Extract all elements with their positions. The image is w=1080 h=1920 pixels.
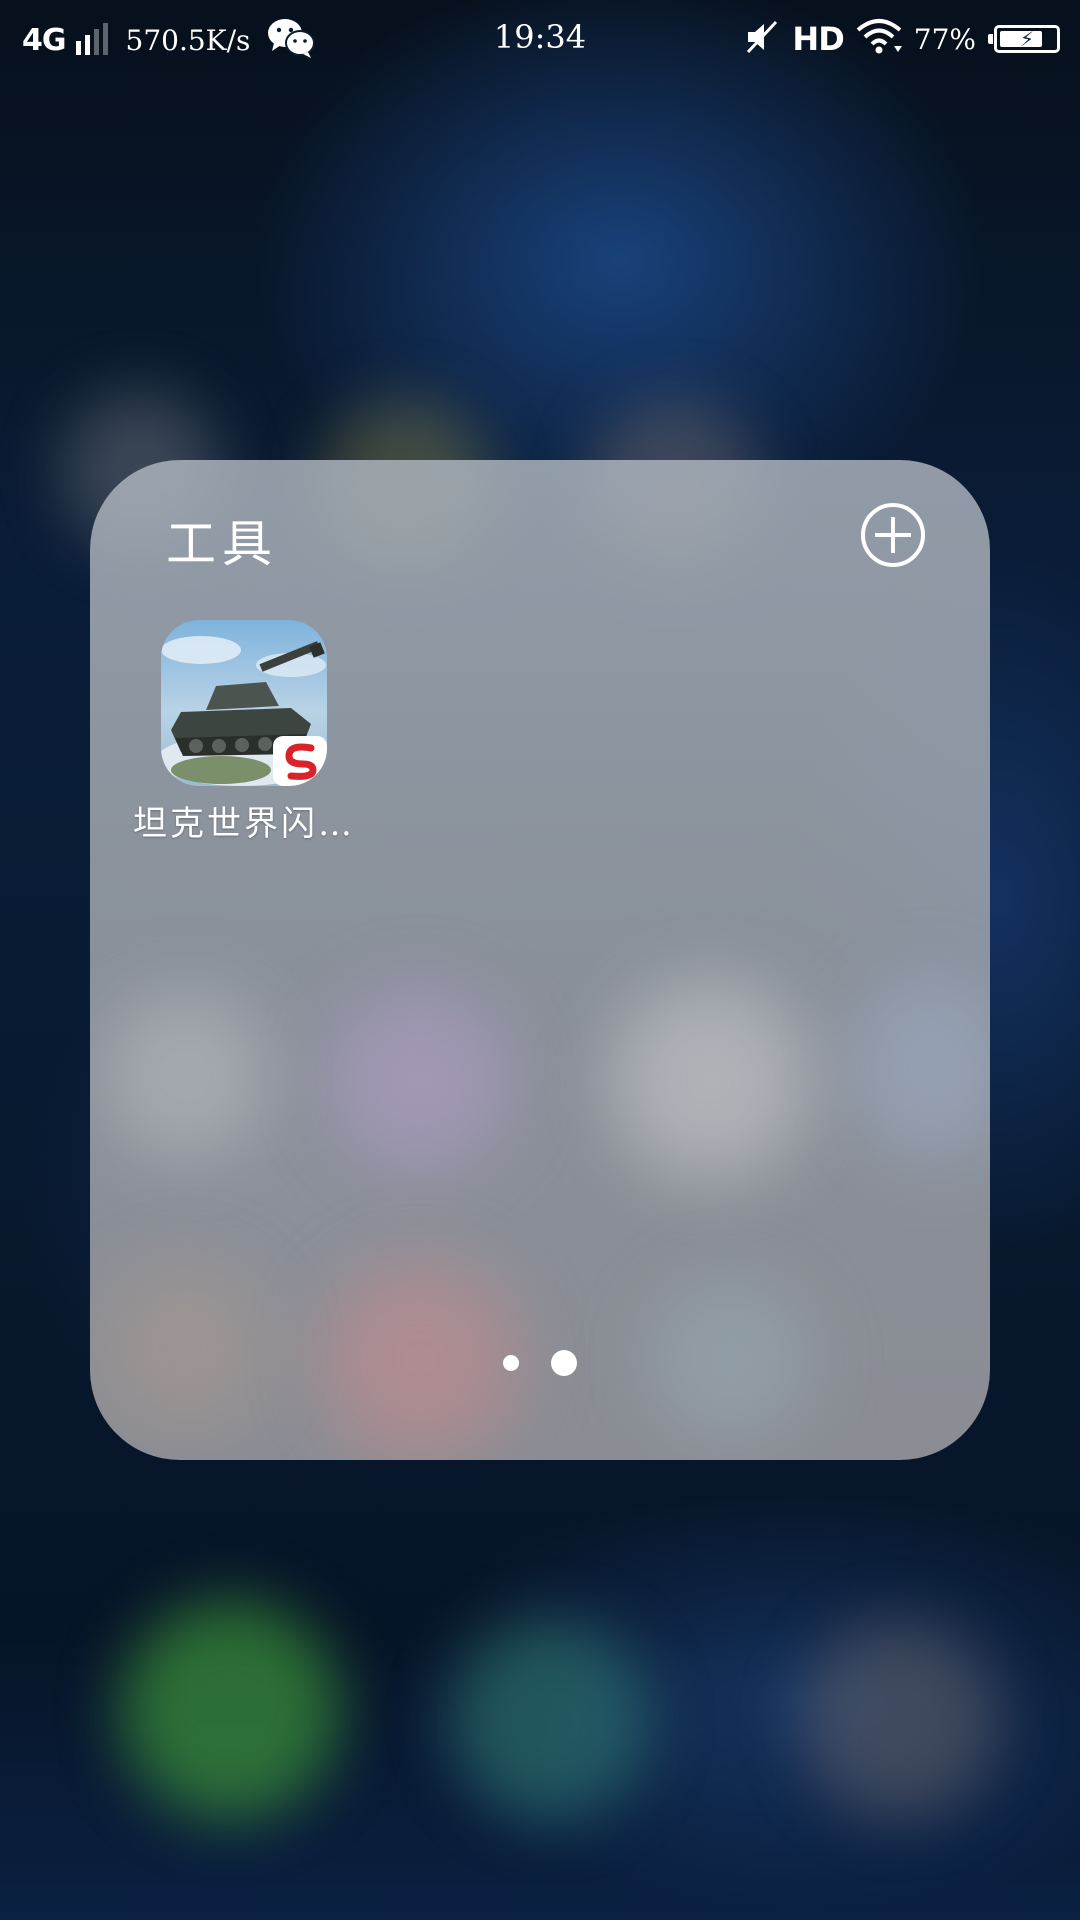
- status-bar: 4G 570.5K/s 19:34 HD 77% ⚡: [0, 0, 1080, 80]
- blurred-app-icon: [330, 990, 510, 1170]
- blurred-app-icon: [850, 980, 990, 1160]
- app-folder: 工具 坦克世界闪…: [90, 460, 990, 1460]
- tank-game-app-icon: [161, 620, 327, 786]
- page-indicator: [90, 1350, 990, 1376]
- blurred-dock-icon: [800, 1620, 1000, 1820]
- page-dot-active[interactable]: [551, 1350, 577, 1376]
- status-bar-right: HD 77% ⚡: [744, 16, 1060, 62]
- battery-percent: 77%: [913, 22, 976, 56]
- folder-title[interactable]: 工具: [166, 504, 278, 576]
- page-dot[interactable]: [503, 1355, 519, 1371]
- add-app-button[interactable]: [860, 502, 926, 568]
- hd-label: HD: [792, 20, 844, 58]
- app-label: 坦克世界闪…: [133, 804, 355, 844]
- blurred-dock-icon: [450, 1620, 650, 1820]
- blurred-app-icon: [610, 980, 810, 1180]
- add-circle-icon: [861, 503, 925, 567]
- app-tank-game[interactable]: 坦克世界闪…: [126, 620, 362, 845]
- blurred-dock-icon: [120, 1600, 340, 1820]
- charging-bolt-icon: ⚡: [1019, 27, 1035, 51]
- battery-icon: ⚡: [988, 25, 1060, 53]
- mute-icon: [744, 19, 780, 59]
- blurred-app-icon: [100, 990, 270, 1160]
- wifi-icon: [856, 18, 902, 60]
- blurred-app-icon: [100, 1260, 270, 1430]
